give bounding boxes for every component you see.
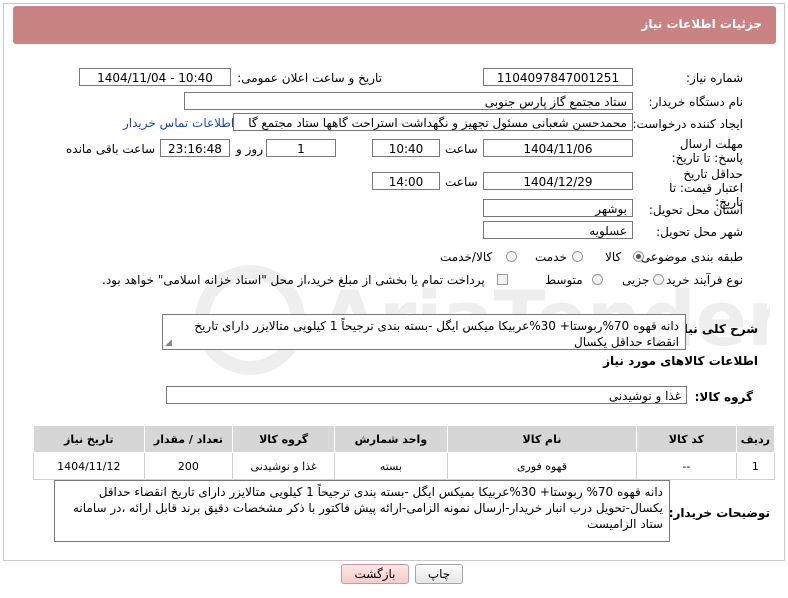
- remaining-time-field: 23:16:48: [160, 139, 230, 157]
- table-row: 1 -- قهوه فوری بسته غذا و نوشیدنی 200 14…: [33, 452, 776, 480]
- treasury-payment-note: پرداخت تمام یا بخشی از مبلغ خرید،از محل …: [102, 273, 485, 287]
- col-unit: واحد شمارش: [334, 425, 448, 453]
- cell-group: غذا و نوشیدنی: [232, 452, 336, 480]
- remaining-time-label: ساعت باقی مانده: [66, 142, 156, 156]
- need-number-field: 1104097847001251: [483, 68, 633, 86]
- days-remaining-field: 1: [266, 139, 336, 157]
- validity-date-field: 1404/12/29: [483, 172, 633, 190]
- cell-code: --: [636, 452, 737, 480]
- goods-section-title: اطلاعات کالاهای مورد نیاز: [603, 354, 758, 368]
- col-group: گروه کالا: [232, 425, 336, 453]
- deadline-date-field: 1404/11/06: [483, 139, 633, 157]
- province-label: استان محل تحویل:: [648, 203, 743, 217]
- deadline-label: مهلت ارسال پاسخ: تا تاریخ:: [671, 137, 743, 165]
- page-title: جزئیات اطلاعات نیاز: [641, 17, 762, 31]
- page-header: جزئیات اطلاعات نیاز: [13, 6, 776, 44]
- cell-qty: 200: [143, 452, 234, 480]
- process-option-medium: متوسط: [545, 273, 583, 287]
- buyer-org-label: نام دستگاه خریدار:: [648, 95, 744, 109]
- validity-time-label: ساعت: [445, 175, 478, 189]
- process-option-minor: جزیی: [622, 273, 650, 287]
- city-label: شهر محل تحویل:: [656, 225, 743, 239]
- province-field: بوشهر: [483, 199, 633, 217]
- cell-row: 1: [735, 452, 776, 480]
- creator-label: ایجاد کننده درخواست:: [632, 117, 743, 131]
- validity-time-field: 14:00: [372, 172, 440, 190]
- cell-date: 1404/11/12: [33, 452, 145, 480]
- cell-unit: بسته: [334, 452, 448, 480]
- category-option-service: خدمت: [535, 250, 567, 264]
- goods-table-header: ردیف کد کالا نام کالا واحد شمارش گروه کا…: [33, 425, 776, 453]
- buyer-notes-label: توضیحات خریدار:: [668, 506, 770, 520]
- announce-label: تاریخ و ساعت اعلان عمومی:: [237, 71, 382, 85]
- back-button[interactable]: بازگشت: [341, 564, 409, 584]
- category-option-goods-service: کالا/خدمت: [440, 250, 493, 264]
- col-name: نام کالا: [446, 425, 638, 453]
- goods-group-label: گروه کالا:: [694, 390, 753, 404]
- resize-grip-icon: ◢: [165, 338, 172, 348]
- summary-textarea[interactable]: دانه قهوه 70%ربوستا+ 30%عربیکا میکس ایگل…: [162, 314, 686, 350]
- category-radio-goods[interactable]: [633, 251, 644, 262]
- print-button[interactable]: چاپ: [415, 564, 463, 584]
- deadline-time-field: 10:40: [372, 139, 440, 157]
- city-field: عسلویه: [483, 221, 633, 239]
- announce-datetime-field: 1404/11/04 - 10:40: [79, 68, 231, 86]
- goods-table: ردیف کد کالا نام کالا واحد شمارش گروه کا…: [33, 425, 776, 480]
- category-radio-service[interactable]: [572, 251, 583, 262]
- goods-group-field: غذا و نوشیدنی: [166, 386, 687, 404]
- buyer-notes-text: دانه قهوه 70% ربوستا+ 30%عربیکا بمیکس ای…: [72, 485, 663, 531]
- deadline-time-label: ساعت: [445, 142, 478, 156]
- col-row: ردیف: [735, 425, 776, 453]
- buyer-notes-textarea[interactable]: دانه قهوه 70% ربوستا+ 30%عربیکا بمیکس ای…: [54, 480, 670, 542]
- col-code: کد کالا: [636, 425, 737, 453]
- cell-name: قهوه فوری: [446, 452, 638, 480]
- category-label: طبقه بندی موضوعی:: [636, 250, 743, 264]
- col-qty: تعداد / مقدار: [143, 425, 234, 453]
- process-label: نوع فرآیند خرید :: [658, 273, 743, 287]
- buyer-org-field: ستاد مجتمع گاز پارس جنوبی: [184, 92, 633, 110]
- category-radio-goods-service[interactable]: [506, 251, 517, 262]
- summary-text: دانه قهوه 70%ربوستا+ 30%عربیکا میکس ایگل…: [194, 319, 679, 349]
- days-label: روز و: [236, 142, 263, 156]
- treasury-payment-checkbox[interactable]: [497, 274, 508, 285]
- buyer-contact-link[interactable]: اطلاعات تماس خریدار: [123, 116, 234, 130]
- process-radio-medium[interactable]: [592, 274, 603, 285]
- need-number-label: شماره نیاز:: [686, 71, 743, 85]
- process-radio-minor[interactable]: [653, 274, 664, 285]
- creator-field: محمدحسن شعبانی مسئول تجهیز و نگهداشت است…: [233, 113, 633, 131]
- col-date: تاریخ نیاز: [33, 425, 145, 453]
- category-option-goods: کالا: [605, 250, 622, 264]
